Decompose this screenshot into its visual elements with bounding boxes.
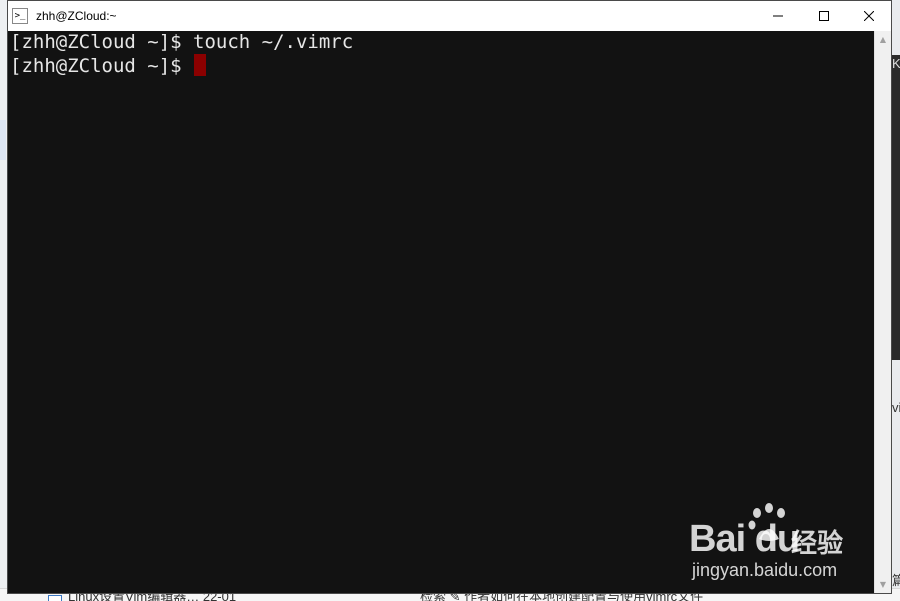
terminal-window: >_ zhh@ZCloud:~ [zhh@ZCloud ~]$ touch ~/… [7,0,892,594]
background-left-accent [0,120,6,160]
close-icon [864,11,874,21]
background-right-text: 篇 [892,573,900,588]
background-right-text: vi [892,400,900,415]
maximize-button[interactable] [801,1,847,31]
scroll-down-arrow-icon[interactable]: ▼ [875,576,891,593]
terminal-line: [zhh@ZCloud ~]$ touch ~/.vimrc [10,30,874,54]
terminal-app-icon[interactable]: >_ [12,8,28,24]
maximize-icon [819,11,829,21]
close-button[interactable] [847,1,891,31]
scroll-up-arrow-icon[interactable]: ▲ [875,31,891,48]
vertical-scrollbar[interactable]: ▲ ▼ [874,31,891,593]
shell-prompt: [zhh@ZCloud ~]$ [10,31,182,53]
text-cursor [193,54,206,76]
shell-command: touch ~/.vimrc [181,31,354,53]
background-right-text: K [892,56,900,71]
background-right-panel [892,55,900,360]
window-controls [755,1,891,31]
minimize-icon [773,15,783,17]
title-bar[interactable]: >_ zhh@ZCloud:~ [8,1,891,31]
minimize-button[interactable] [755,1,801,31]
terminal-line: [zhh@ZCloud ~]$ [10,54,874,78]
terminal-output[interactable]: [zhh@ZCloud ~]$ touch ~/.vimrc [zhh@ZClo… [8,31,874,593]
shell-prompt: [zhh@ZCloud ~]$ [10,55,182,77]
background-checkbox [48,595,62,601]
window-title: zhh@ZCloud:~ [36,9,117,23]
